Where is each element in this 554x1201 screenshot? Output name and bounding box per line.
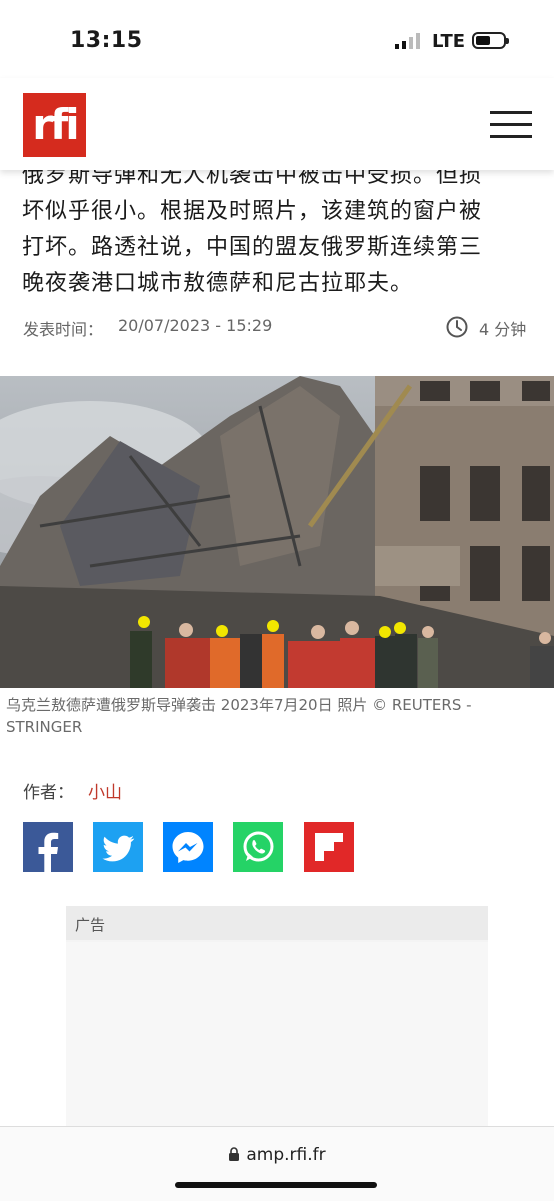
rfi-logo[interactable]: rfi [23, 93, 86, 157]
twitter-icon [93, 822, 143, 872]
article-meta: 发表时间： 20/07/2023 - 15:29 4 分钟 [23, 316, 531, 340]
status-time: 13:15 [70, 28, 143, 53]
address-bar[interactable]: amp.rfi.fr [0, 1145, 554, 1165]
share-facebook-button[interactable] [23, 822, 73, 872]
destroyed-building-image [0, 376, 554, 688]
network-type: LTE [432, 31, 466, 52]
whatsapp-icon [233, 822, 283, 872]
publish-date: 20/07/2023 - 15:29 [118, 316, 273, 335]
cellular-signal-icon [395, 33, 420, 49]
share-whatsapp-button[interactable] [233, 822, 283, 872]
share-messenger-button[interactable] [163, 822, 213, 872]
facebook-icon [23, 822, 73, 872]
url-text: amp.rfi.fr [246, 1145, 326, 1165]
status-bar: 13:15 LTE [0, 0, 554, 78]
share-twitter-button[interactable] [93, 822, 143, 872]
flipboard-icon [304, 822, 354, 872]
article-line: 打坏。路透社说，中国的盟友俄罗斯连续第三 [22, 235, 483, 260]
article-body: 俄罗斯导弹和无人机袭击中被击中受损。但损 坏似乎很小。根据及时照片，该建筑的窗户… [22, 158, 534, 302]
ad-body[interactable] [66, 942, 488, 1136]
site-header: rfi [0, 78, 554, 170]
photo-caption: 乌克兰敖德萨遭俄罗斯导弹袭击 2023年7月20日 照片 © REUTERS -… [6, 696, 472, 736]
author-line: 作者： 小山 [23, 778, 122, 803]
browser-bottom-bar: amp.rfi.fr [0, 1126, 554, 1201]
read-time: 4 分钟 [479, 320, 527, 339]
article-line: 坏似乎很小。根据及时照片，该建筑的窗户被 [22, 199, 483, 224]
home-indicator[interactable] [175, 1182, 377, 1188]
messenger-icon [163, 822, 213, 872]
share-flipboard-button[interactable] [304, 822, 354, 872]
hamburger-menu-icon[interactable] [490, 111, 532, 139]
publish-date-label: 发表时间： [23, 320, 104, 339]
ad-header: 广告 [66, 906, 488, 940]
ad-container: 广告 [66, 906, 488, 1136]
ad-label: 广告 [75, 916, 106, 934]
clock-icon [446, 316, 468, 338]
battery-icon [472, 32, 509, 49]
author-name[interactable]: 小山 [88, 783, 122, 803]
lock-icon [229, 1147, 240, 1161]
author-label: 作者： [23, 783, 74, 803]
article-photo[interactable] [0, 376, 554, 688]
article-line: 晚夜袭港口城市敖德萨和尼古拉耶夫。 [22, 271, 414, 296]
